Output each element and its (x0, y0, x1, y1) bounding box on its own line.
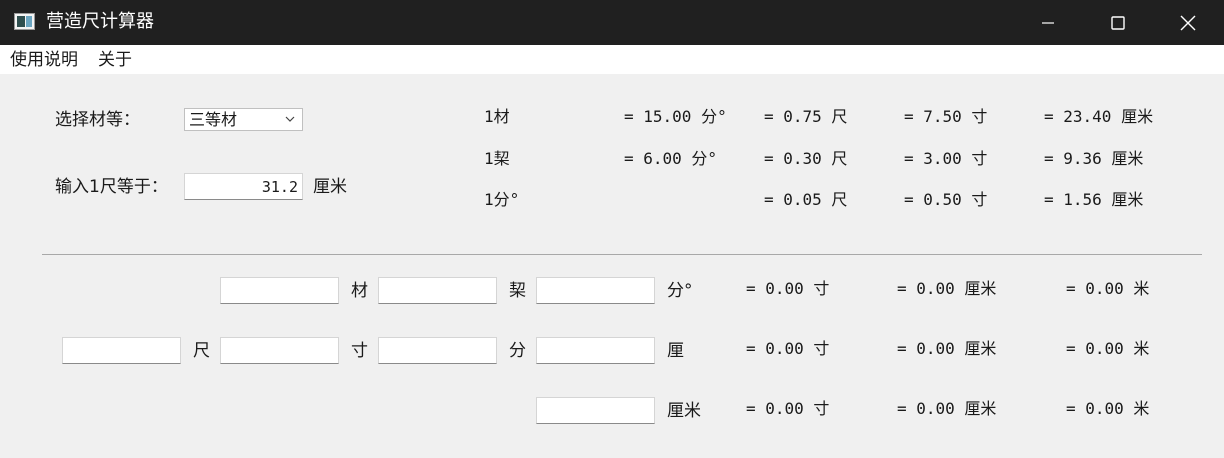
qi-unit: 栔 (509, 281, 526, 301)
ref-row-cai-cm: = 23.40 厘米 (1044, 107, 1154, 126)
grade-select-value: 三等材 (189, 110, 238, 129)
close-button[interactable] (1153, 0, 1223, 45)
chi-unit-label: 尺 (193, 341, 210, 361)
ref-row-cai-fen: = 15.00 分° (624, 107, 727, 126)
minimize-button[interactable] (1013, 0, 1083, 45)
ref-row-fen-name: 1分° (484, 190, 520, 209)
cai-input[interactable] (220, 277, 339, 304)
menu-item-about[interactable]: 关于 (98, 50, 132, 70)
cai-unit: 材 (351, 281, 368, 301)
separator (42, 254, 1202, 255)
row3-result-cun: = 0.00 寸 (746, 399, 830, 418)
chevron-down-icon (285, 116, 295, 122)
ref-row-qi-cm: = 9.36 厘米 (1044, 149, 1144, 168)
ref-row-qi-cun: = 3.00 寸 (904, 149, 988, 168)
ref-row-qi-name: 1栔 (484, 149, 510, 168)
row3-result-m: = 0.00 米 (1066, 399, 1150, 418)
ref-row-qi-chi: = 0.30 尺 (764, 149, 848, 168)
li-unit: 厘 (667, 341, 684, 361)
fen-degree-input[interactable] (536, 277, 655, 304)
cm-unit: 厘米 (667, 401, 701, 421)
row2-result-cun: = 0.00 寸 (746, 339, 830, 358)
ref-row-qi-fen: = 6.00 分° (624, 149, 718, 168)
close-icon (1180, 15, 1196, 30)
row2-result-m: = 0.00 米 (1066, 339, 1150, 358)
row1-result-cun: = 0.00 寸 (746, 279, 830, 298)
ref-row-fen-cun: = 0.50 寸 (904, 190, 988, 209)
ref-row-cai-chi: = 0.75 尺 (764, 107, 848, 126)
fen-degree-unit: 分° (667, 281, 693, 301)
qi-input[interactable] (378, 277, 497, 304)
cun-input[interactable] (220, 337, 339, 364)
row1-result-m: = 0.00 米 (1066, 279, 1150, 298)
row2-result-cm: = 0.00 厘米 (897, 339, 997, 358)
li-input[interactable] (536, 337, 655, 364)
menu-item-instructions[interactable]: 使用说明 (10, 50, 78, 70)
cun-unit: 寸 (351, 341, 368, 361)
chi-label: 输入1尺等于： (55, 177, 168, 197)
window-title: 营造尺计算器 (46, 11, 154, 32)
grade-label: 选择材等： (55, 110, 140, 130)
chi-unit: 厘米 (313, 177, 347, 197)
ref-row-cai-name: 1材 (484, 107, 510, 126)
app-icon (14, 13, 35, 30)
cm-input[interactable] (536, 397, 655, 424)
fen-unit: 分 (509, 341, 526, 361)
maximize-button[interactable] (1083, 0, 1153, 45)
chi-unit-input[interactable] (62, 337, 181, 364)
maximize-icon (1111, 15, 1125, 30)
chi-input[interactable] (184, 173, 303, 200)
row3-result-cm: = 0.00 厘米 (897, 399, 997, 418)
menu-bar: 使用说明 关于 (0, 45, 1224, 74)
title-bar: 营造尺计算器 (0, 0, 1224, 45)
minimize-icon (1042, 21, 1054, 24)
fen-input[interactable] (378, 337, 497, 364)
ref-row-fen-chi: = 0.05 尺 (764, 190, 848, 209)
grade-select[interactable]: 三等材 (184, 108, 303, 131)
ref-row-cai-cun: = 7.50 寸 (904, 107, 988, 126)
ref-row-fen-cm: = 1.56 厘米 (1044, 190, 1144, 209)
row1-result-cm: = 0.00 厘米 (897, 279, 997, 298)
